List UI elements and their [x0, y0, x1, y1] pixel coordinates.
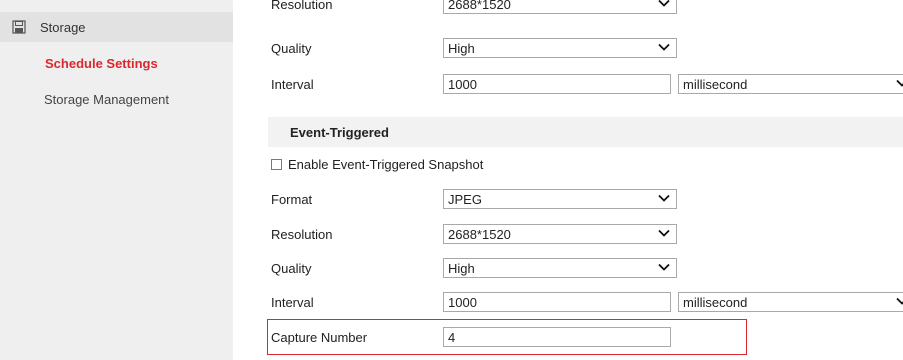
chevron-down-icon — [896, 79, 903, 87]
input-value: 1000 — [448, 294, 477, 310]
format-label: Format — [271, 191, 313, 207]
select-value: JPEG — [448, 191, 482, 207]
select-value: 2688*1520 — [448, 0, 511, 12]
timing-interval-row: Interval 1000 millisecond — [233, 70, 903, 98]
resolution-label: Resolution — [271, 226, 333, 242]
main-content: Resolution 2688*1520 Quality High Interv… — [233, 0, 903, 360]
sidebar: Storage Schedule Settings Storage Manage… — [0, 0, 233, 360]
select-value: millisecond — [683, 76, 748, 92]
chevron-down-icon — [658, 229, 670, 237]
event-resolution-select[interactable]: 2688*1520 — [443, 224, 677, 244]
chevron-down-icon — [658, 194, 670, 202]
event-resolution-row: Resolution 2688*1520 — [233, 220, 903, 248]
event-capture-number-row: Capture Number 4 — [233, 323, 903, 351]
enable-event-snapshot-checkbox[interactable] — [271, 158, 282, 170]
event-interval-input[interactable]: 1000 — [443, 292, 671, 312]
chevron-down-icon — [658, 0, 670, 7]
capture-number-input[interactable]: 4 — [443, 327, 671, 347]
sidebar-item-label: Storage Management — [44, 91, 170, 107]
quality-label: Quality — [271, 260, 312, 276]
input-value: 4 — [448, 329, 456, 345]
event-quality-select[interactable]: High — [443, 258, 677, 278]
storage-icon — [12, 20, 26, 34]
timing-interval-unit-select[interactable]: millisecond — [678, 74, 903, 94]
sidebar-item-schedule-settings[interactable]: Schedule Settings — [0, 48, 233, 78]
enable-event-snapshot-label: Enable Event-Triggered Snapshot — [288, 156, 484, 172]
event-format-select[interactable]: JPEG — [443, 189, 677, 209]
timing-resolution-select[interactable]: 2688*1520 — [443, 0, 677, 14]
timing-quality-select[interactable]: High — [443, 38, 677, 58]
event-interval-unit-select[interactable]: millisecond — [678, 292, 903, 312]
chevron-down-icon — [658, 263, 670, 271]
enable-event-snapshot-row[interactable]: Enable Event-Triggered Snapshot — [271, 154, 483, 174]
quality-label: Quality — [271, 40, 312, 56]
event-quality-row: Quality High — [233, 254, 903, 282]
event-format-row: Format JPEG — [233, 185, 903, 213]
sidebar-item-storage[interactable]: Storage — [0, 12, 233, 42]
section-title: Event-Triggered — [290, 124, 389, 140]
event-interval-row: Interval 1000 millisecond — [233, 288, 903, 316]
timing-interval-input[interactable]: 1000 — [443, 74, 671, 94]
sidebar-item-storage-management[interactable]: Storage Management — [0, 84, 233, 114]
select-value: High — [448, 40, 475, 56]
sidebar-item-label: Storage — [40, 19, 86, 35]
timing-quality-row: Quality High — [233, 34, 903, 62]
capture-number-label: Capture Number — [271, 329, 368, 345]
chevron-down-icon — [896, 297, 903, 305]
resolution-label: Resolution — [271, 0, 333, 12]
event-triggered-section-header: Event-Triggered — [268, 117, 903, 147]
interval-label: Interval — [271, 294, 314, 310]
interval-label: Interval — [271, 76, 314, 92]
chevron-down-icon — [658, 43, 670, 51]
select-value: High — [448, 260, 475, 276]
select-value: 2688*1520 — [448, 226, 511, 242]
timing-resolution-row: Resolution 2688*1520 — [233, 0, 903, 14]
sidebar-item-label: Schedule Settings — [45, 55, 158, 71]
select-value: millisecond — [683, 294, 748, 310]
input-value: 1000 — [448, 76, 477, 92]
